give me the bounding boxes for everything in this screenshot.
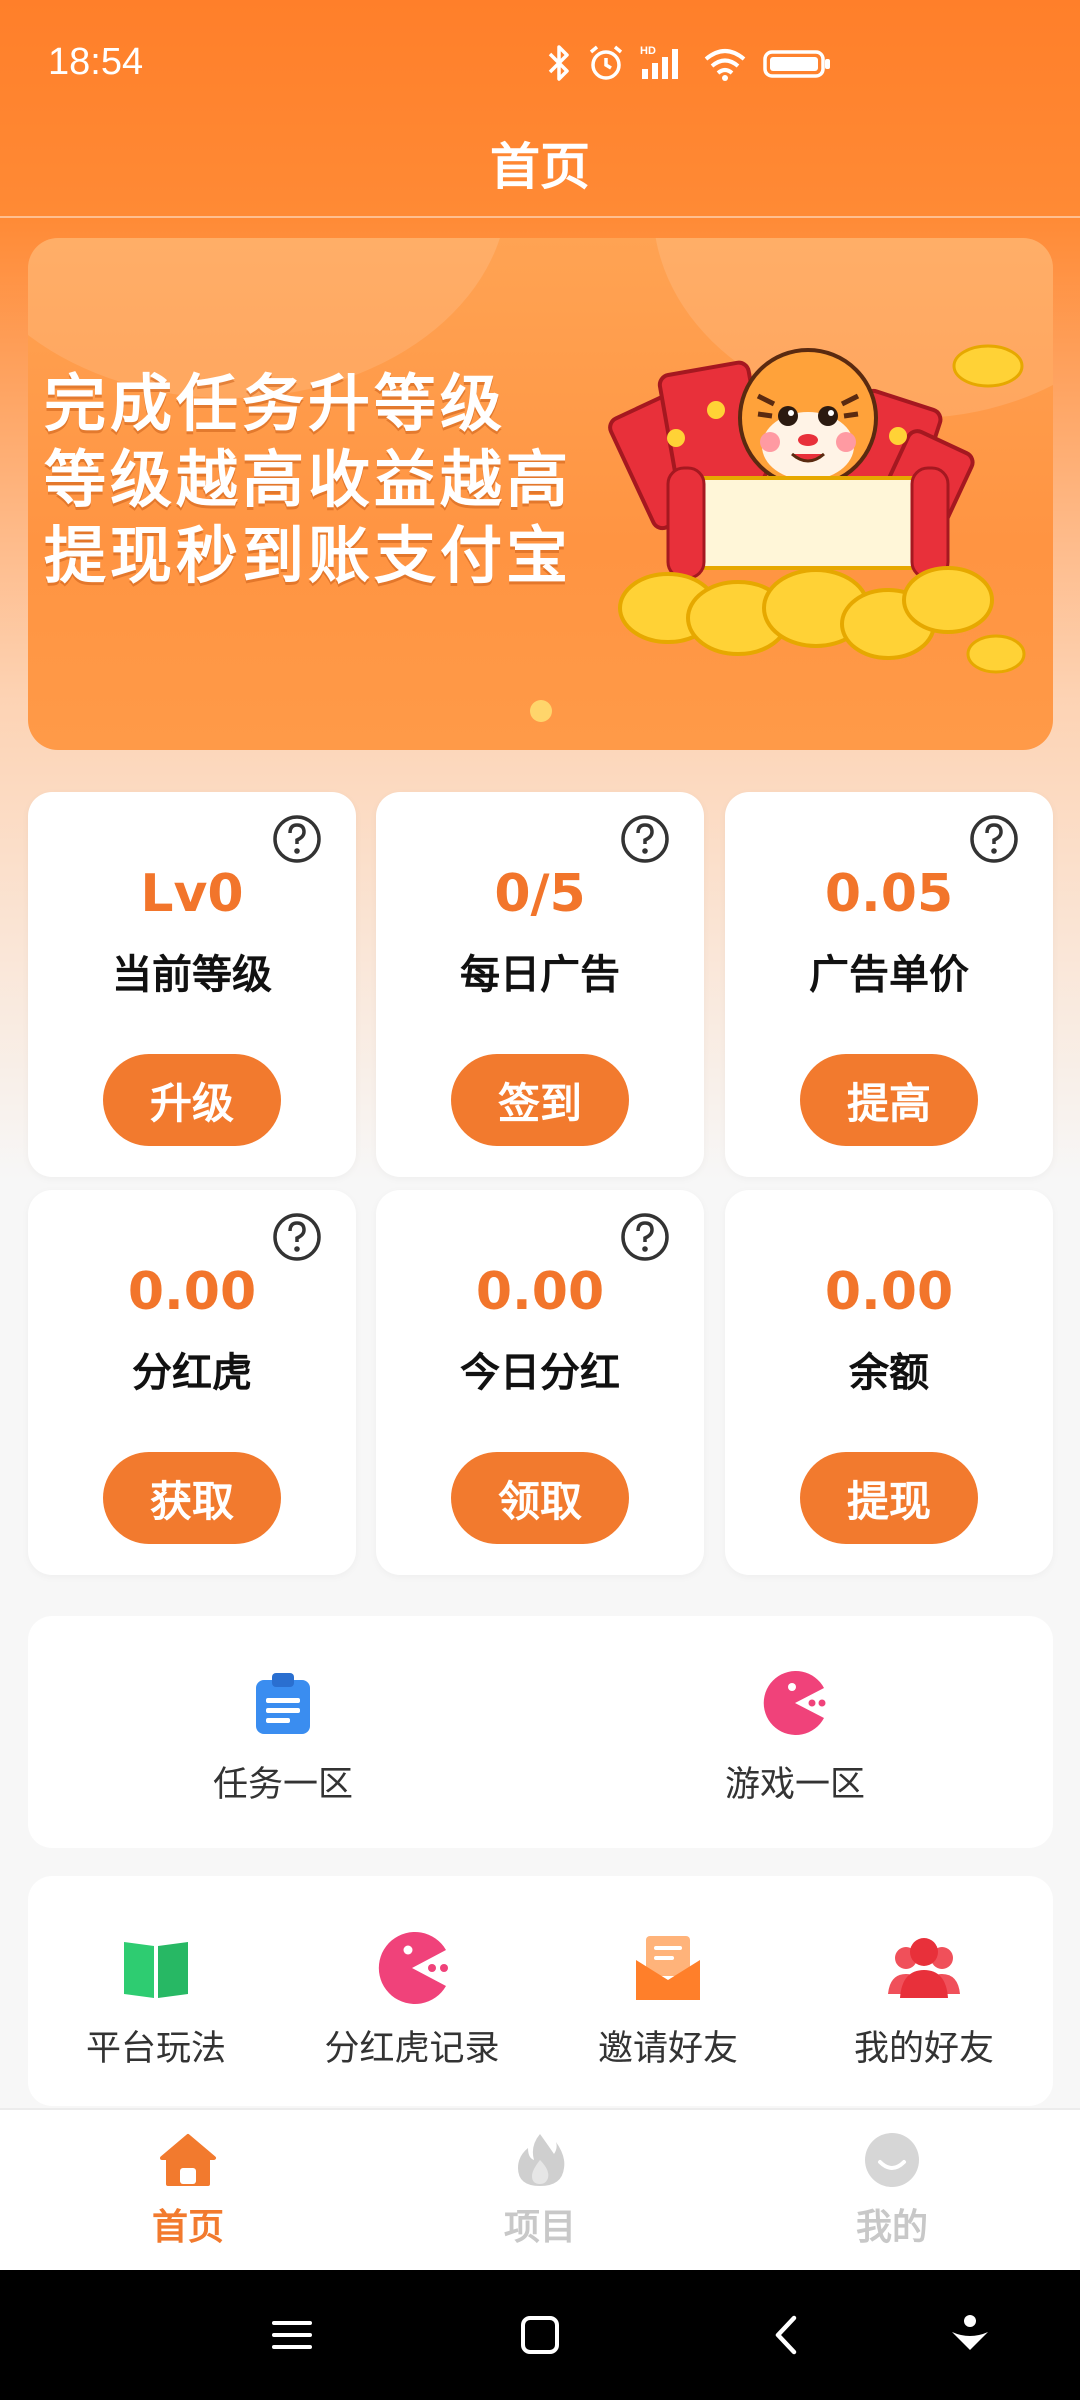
banner-page-indicator	[530, 700, 552, 722]
help-icon[interactable]	[272, 1212, 322, 1262]
promo-banner[interactable]: 完成任务升等级 等级越高收益越高 提现秒到账支付宝	[28, 238, 1053, 750]
pacman-icon	[378, 1932, 448, 2004]
stat-value: Lv0	[140, 864, 244, 924]
help-icon[interactable]	[272, 814, 322, 864]
status-icons: HD	[546, 43, 1032, 83]
bottom-tab-bar: 首页 项目 我的	[0, 2108, 1080, 2270]
upgrade-button[interactable]: 升级	[103, 1054, 281, 1146]
stat-card-today-dividend: 0.00 今日分红 领取	[376, 1190, 704, 1575]
stat-label: 每日广告	[460, 952, 620, 998]
zone-card: 任务一区 游戏一区	[28, 1616, 1053, 1848]
quick-links-card: 平台玩法 分红虎记录 邀请好友 我的好友	[28, 1876, 1053, 2106]
zone-game-one[interactable]: 游戏一区	[685, 1670, 905, 1807]
quick-label: 分红虎记录	[324, 2029, 500, 2069]
friends-icon	[888, 1938, 960, 1998]
quick-platform-guide[interactable]: 平台玩法	[28, 1930, 284, 2071]
help-icon[interactable]	[620, 814, 670, 864]
stat-value: 0.00	[127, 1262, 257, 1322]
quick-invite-friends[interactable]: 邀请好友	[540, 1930, 796, 2071]
system-navigation-bar	[0, 2270, 1080, 2400]
tab-home[interactable]: 首页	[88, 2130, 288, 2250]
stat-label: 广告单价	[809, 952, 969, 998]
stat-value: 0.00	[824, 1262, 954, 1322]
svg-text:HD: HD	[640, 45, 656, 57]
nav-bar: 首页	[0, 110, 1080, 218]
zone-task-one[interactable]: 任务一区	[173, 1670, 393, 1807]
status-bar: 18:54 HD	[0, 0, 1080, 125]
clipboard-icon	[256, 1673, 310, 1734]
menu-icon[interactable]	[262, 2310, 322, 2360]
status-time: 18:54	[48, 41, 144, 83]
alarm-icon	[589, 45, 623, 80]
stat-card-ad-price: 0.05 广告单价 提高	[725, 792, 1053, 1177]
banner-line: 完成任务升等级	[44, 367, 507, 440]
help-icon[interactable]	[620, 1212, 670, 1262]
accessibility-icon[interactable]	[940, 2310, 1000, 2360]
zone-label: 任务一区	[212, 1765, 353, 1805]
sign-in-button[interactable]: 签到	[451, 1054, 629, 1146]
help-icon[interactable]	[969, 814, 1019, 864]
stat-card-daily-ads: 0/5 每日广告 签到	[376, 792, 704, 1177]
stat-label: 当前等级	[112, 952, 272, 998]
home-square-icon[interactable]	[510, 2310, 570, 2360]
banner-line: 提现秒到账支付宝	[44, 519, 573, 592]
stat-value: 0.05	[824, 864, 954, 924]
quick-label: 邀请好友	[597, 2029, 738, 2069]
stat-card-level: Lv0 当前等级 升级	[28, 792, 356, 1177]
tab-label: 项目	[503, 2207, 576, 2248]
stat-card-dividend-tiger: 0.00 分红虎 获取	[28, 1190, 356, 1575]
book-icon	[124, 1942, 188, 1998]
battery-icon	[763, 49, 830, 78]
back-icon[interactable]	[758, 2310, 818, 2360]
signal-icon: HD	[640, 45, 678, 79]
tab-projects[interactable]: 项目	[440, 2130, 640, 2250]
home-icon	[160, 2134, 216, 2186]
tab-mine[interactable]: 我的	[792, 2130, 992, 2250]
page-title: 首页	[490, 138, 590, 196]
quick-my-friends[interactable]: 我的好友	[796, 1930, 1052, 2071]
stat-card-balance: 0.00 余额 提现	[725, 1190, 1053, 1575]
stat-label: 今日分红	[460, 1350, 620, 1396]
withdraw-button[interactable]: 提现	[800, 1452, 978, 1544]
stat-value: 0/5	[494, 864, 586, 924]
obtain-button[interactable]: 获取	[103, 1452, 281, 1544]
quick-label: 我的好友	[853, 2029, 994, 2069]
zone-label: 游戏一区	[724, 1765, 865, 1805]
stat-value: 0.00	[475, 1262, 605, 1322]
bluetooth-icon	[548, 44, 569, 81]
raise-button[interactable]: 提高	[800, 1054, 978, 1146]
tab-label: 首页	[151, 2207, 224, 2248]
envelope-icon	[636, 1936, 700, 2000]
claim-button[interactable]: 领取	[451, 1452, 629, 1544]
quick-label: 平台玩法	[85, 2029, 226, 2069]
banner-text: 完成任务升等级 等级越高收益越高 提现秒到账支付宝	[44, 366, 572, 594]
game-pacman-icon	[763, 1671, 826, 1735]
stat-label: 分红虎	[132, 1350, 252, 1396]
quick-dividend-record[interactable]: 分红虎记录	[284, 1930, 540, 2071]
tab-label: 我的	[855, 2207, 928, 2248]
banner-line: 等级越高收益越高	[44, 443, 573, 516]
wifi-icon	[704, 48, 746, 81]
flame-icon	[518, 2134, 565, 2186]
smile-icon	[865, 2133, 919, 2187]
tiger-mascot-illustration	[608, 344, 1026, 674]
stat-label: 余额	[849, 1350, 929, 1396]
